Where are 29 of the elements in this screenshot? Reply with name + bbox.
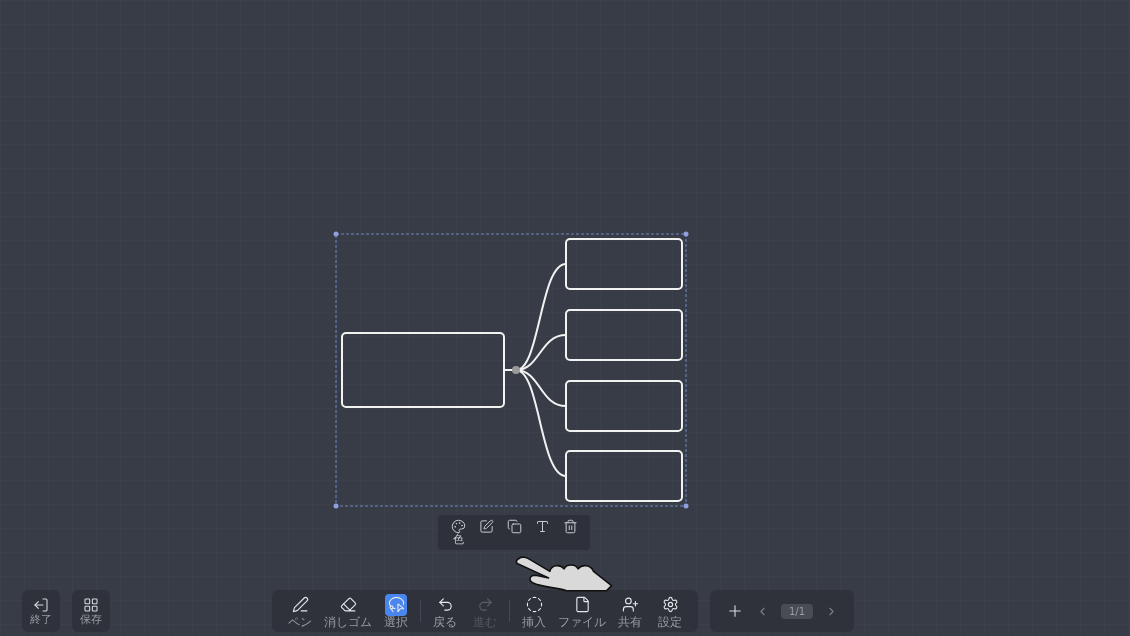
toolbar-button[interactable]: 終了 [22,590,60,632]
exit-icon [33,596,49,613]
copy-icon [506,519,522,534]
palette-icon [450,519,466,534]
tool-button[interactable]: 挿入 [518,593,550,629]
file-icon [573,596,591,613]
tool-button[interactable]: ファイル [558,593,606,629]
settings-icon [661,596,679,613]
toolbar-button[interactable]: 保存 [72,590,110,632]
lasso-icon [387,596,405,613]
pen-icon [291,596,309,613]
page-indicator: 1/1 [781,603,814,619]
tool-button[interactable]: ペン [284,593,316,629]
tool-button[interactable]: 戻る [429,593,461,629]
undo-icon [436,596,454,613]
grid-icon [83,596,99,613]
tool-button[interactable]: 選択 [380,593,412,629]
tool-button[interactable]: 共有 [614,593,646,629]
redo-icon [476,596,494,613]
trash-icon [562,519,578,534]
add-page-icon[interactable] [726,602,744,620]
edit-box-icon [478,519,494,534]
tool-button[interactable]: 消しゴム [324,593,372,629]
context-menu-item[interactable]: 色 [446,519,470,546]
circle-icon [525,596,543,613]
text-icon [534,519,550,534]
tool-button[interactable]: 設定 [654,593,686,629]
eraser-icon [339,596,357,613]
user-plus-icon [621,596,639,613]
